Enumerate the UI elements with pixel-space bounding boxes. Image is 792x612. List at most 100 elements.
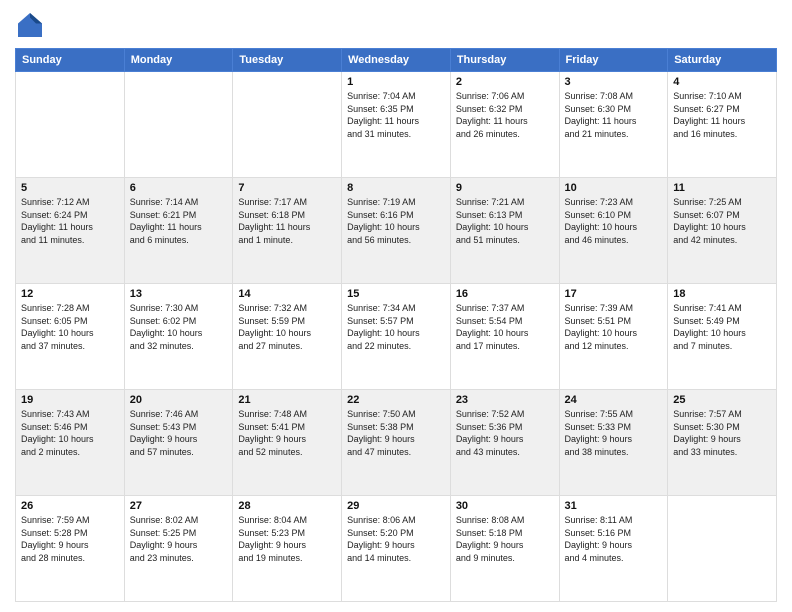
day-number: 10 <box>565 182 663 194</box>
day-header-friday: Friday <box>559 49 668 72</box>
calendar-cell: 1 Sunrise: 7:04 AM Sunset: 6:35 PM Daylig… <box>342 72 451 178</box>
day-info: Sunrise: 7:23 AM Sunset: 6:10 PM Dayligh… <box>565 196 663 246</box>
calendar-cell: 26Sunrise: 7:59 AM Sunset: 5:28 PM Dayli… <box>16 496 125 602</box>
calendar-cell: 15 Sunrise: 7:34 AM Sunset: 5:57 PM Dayli… <box>342 284 451 390</box>
day-info: Sunrise: 8:11 AM Sunset: 5:16 PM Dayligh… <box>565 514 663 564</box>
day-number: 9 <box>456 182 554 194</box>
calendar-cell: 27 Sunrise: 8:02 AM Sunset: 5:25 PM Dayli… <box>124 496 233 602</box>
calendar-cell: 25Sunrise: 7:57 AM Sunset: 5:30 PM Dayli… <box>668 390 777 496</box>
day-info: Sunrise: 7:14 AM Sunset: 6:21 PM Dayligh… <box>130 196 228 246</box>
day-info: Sunrise: 7:19 AM Sunset: 6:16 PM Dayligh… <box>347 196 445 246</box>
calendar-cell: 7Sunrise: 7:17 AM Sunset: 6:18 PM Daylig… <box>233 178 342 284</box>
day-info: Sunrise: 7:43 AM Sunset: 5:46 PM Dayligh… <box>21 408 119 458</box>
calendar-cell: 21 Sunrise: 7:48 AM Sunset: 5:41 PM Dayli… <box>233 390 342 496</box>
calendar-cell: 2 Sunrise: 7:06 AM Sunset: 6:32 PM Daylig… <box>450 72 559 178</box>
day-number: 24 <box>565 394 663 406</box>
day-info: Sunrise: 8:06 AM Sunset: 5:20 PM Dayligh… <box>347 514 445 564</box>
day-info: Sunrise: 7:37 AM Sunset: 5:54 PM Dayligh… <box>456 302 554 352</box>
day-number: 30 <box>456 500 554 512</box>
logo <box>15 10 49 40</box>
day-info: Sunrise: 7:59 AM Sunset: 5:28 PM Dayligh… <box>21 514 119 564</box>
calendar-cell: 23Sunrise: 7:52 AM Sunset: 5:36 PM Dayli… <box>450 390 559 496</box>
day-header-saturday: Saturday <box>668 49 777 72</box>
day-number: 5 <box>21 182 119 194</box>
day-number: 21 <box>238 394 336 406</box>
day-info: Sunrise: 7:30 AM Sunset: 6:02 PM Dayligh… <box>130 302 228 352</box>
day-info: Sunrise: 7:10 AM Sunset: 6:27 PM Dayligh… <box>673 90 771 140</box>
day-number: 1 <box>347 76 445 88</box>
day-header-sunday: Sunday <box>16 49 125 72</box>
day-number: 31 <box>565 500 663 512</box>
day-info: Sunrise: 7:08 AM Sunset: 6:30 PM Dayligh… <box>565 90 663 140</box>
day-info: Sunrise: 7:28 AM Sunset: 6:05 PM Dayligh… <box>21 302 119 352</box>
calendar-cell <box>668 496 777 602</box>
calendar-cell: 24 Sunrise: 7:55 AM Sunset: 5:33 PM Dayli… <box>559 390 668 496</box>
week-row-4: 26Sunrise: 7:59 AM Sunset: 5:28 PM Dayli… <box>16 496 777 602</box>
day-info: Sunrise: 7:52 AM Sunset: 5:36 PM Dayligh… <box>456 408 554 458</box>
calendar-cell: 9 Sunrise: 7:21 AM Sunset: 6:13 PM Daylig… <box>450 178 559 284</box>
day-number: 29 <box>347 500 445 512</box>
day-info: Sunrise: 8:02 AM Sunset: 5:25 PM Dayligh… <box>130 514 228 564</box>
calendar-cell: 3 Sunrise: 7:08 AM Sunset: 6:30 PM Daylig… <box>559 72 668 178</box>
week-row-0: 1 Sunrise: 7:04 AM Sunset: 6:35 PM Daylig… <box>16 72 777 178</box>
header <box>15 10 777 40</box>
day-info: Sunrise: 7:21 AM Sunset: 6:13 PM Dayligh… <box>456 196 554 246</box>
day-number: 15 <box>347 288 445 300</box>
calendar-cell: 13 Sunrise: 7:30 AM Sunset: 6:02 PM Dayli… <box>124 284 233 390</box>
day-info: Sunrise: 7:17 AM Sunset: 6:18 PM Dayligh… <box>238 196 336 246</box>
day-number: 18 <box>673 288 771 300</box>
day-number: 3 <box>565 76 663 88</box>
calendar-cell: 11Sunrise: 7:25 AM Sunset: 6:07 PM Dayli… <box>668 178 777 284</box>
day-info: Sunrise: 7:06 AM Sunset: 6:32 PM Dayligh… <box>456 90 554 140</box>
calendar-cell: 4 Sunrise: 7:10 AM Sunset: 6:27 PM Daylig… <box>668 72 777 178</box>
calendar-cell: 19 Sunrise: 7:43 AM Sunset: 5:46 PM Dayli… <box>16 390 125 496</box>
day-number: 16 <box>456 288 554 300</box>
day-number: 13 <box>130 288 228 300</box>
calendar-cell: 20Sunrise: 7:46 AM Sunset: 5:43 PM Dayli… <box>124 390 233 496</box>
day-info: Sunrise: 7:04 AM Sunset: 6:35 PM Dayligh… <box>347 90 445 140</box>
page: SundayMondayTuesdayWednesdayThursdayFrid… <box>0 0 792 612</box>
day-info: Sunrise: 8:04 AM Sunset: 5:23 PM Dayligh… <box>238 514 336 564</box>
calendar-cell: 31 Sunrise: 8:11 AM Sunset: 5:16 PM Dayli… <box>559 496 668 602</box>
week-row-1: 5 Sunrise: 7:12 AM Sunset: 6:24 PM Daylig… <box>16 178 777 284</box>
day-info: Sunrise: 7:34 AM Sunset: 5:57 PM Dayligh… <box>347 302 445 352</box>
calendar-cell: 30 Sunrise: 8:08 AM Sunset: 5:18 PM Dayli… <box>450 496 559 602</box>
week-row-2: 12 Sunrise: 7:28 AM Sunset: 6:05 PM Dayli… <box>16 284 777 390</box>
day-number: 25 <box>673 394 771 406</box>
day-number: 4 <box>673 76 771 88</box>
calendar-cell: 10 Sunrise: 7:23 AM Sunset: 6:10 PM Dayli… <box>559 178 668 284</box>
week-row-3: 19 Sunrise: 7:43 AM Sunset: 5:46 PM Dayli… <box>16 390 777 496</box>
day-number: 17 <box>565 288 663 300</box>
day-info: Sunrise: 7:55 AM Sunset: 5:33 PM Dayligh… <box>565 408 663 458</box>
calendar-cell: 12 Sunrise: 7:28 AM Sunset: 6:05 PM Dayli… <box>16 284 125 390</box>
day-header-thursday: Thursday <box>450 49 559 72</box>
day-number: 6 <box>130 182 228 194</box>
day-number: 2 <box>456 76 554 88</box>
day-number: 14 <box>238 288 336 300</box>
day-number: 20 <box>130 394 228 406</box>
day-info: Sunrise: 7:12 AM Sunset: 6:24 PM Dayligh… <box>21 196 119 246</box>
calendar-cell <box>233 72 342 178</box>
day-header-monday: Monday <box>124 49 233 72</box>
day-number: 19 <box>21 394 119 406</box>
day-number: 28 <box>238 500 336 512</box>
calendar-cell: 28 Sunrise: 8:04 AM Sunset: 5:23 PM Dayli… <box>233 496 342 602</box>
calendar-cell: 17Sunrise: 7:39 AM Sunset: 5:51 PM Dayli… <box>559 284 668 390</box>
calendar-cell <box>124 72 233 178</box>
calendar-cell: 8 Sunrise: 7:19 AM Sunset: 6:16 PM Daylig… <box>342 178 451 284</box>
calendar-header-row: SundayMondayTuesdayWednesdayThursdayFrid… <box>16 49 777 72</box>
calendar: SundayMondayTuesdayWednesdayThursdayFrid… <box>15 48 777 602</box>
day-number: 8 <box>347 182 445 194</box>
day-number: 12 <box>21 288 119 300</box>
day-number: 27 <box>130 500 228 512</box>
day-header-tuesday: Tuesday <box>233 49 342 72</box>
day-header-wednesday: Wednesday <box>342 49 451 72</box>
calendar-cell <box>16 72 125 178</box>
calendar-cell: 5 Sunrise: 7:12 AM Sunset: 6:24 PM Daylig… <box>16 178 125 284</box>
logo-icon <box>15 10 45 40</box>
day-info: Sunrise: 8:08 AM Sunset: 5:18 PM Dayligh… <box>456 514 554 564</box>
day-info: Sunrise: 7:41 AM Sunset: 5:49 PM Dayligh… <box>673 302 771 352</box>
day-number: 11 <box>673 182 771 194</box>
day-info: Sunrise: 7:48 AM Sunset: 5:41 PM Dayligh… <box>238 408 336 458</box>
day-info: Sunrise: 7:50 AM Sunset: 5:38 PM Dayligh… <box>347 408 445 458</box>
